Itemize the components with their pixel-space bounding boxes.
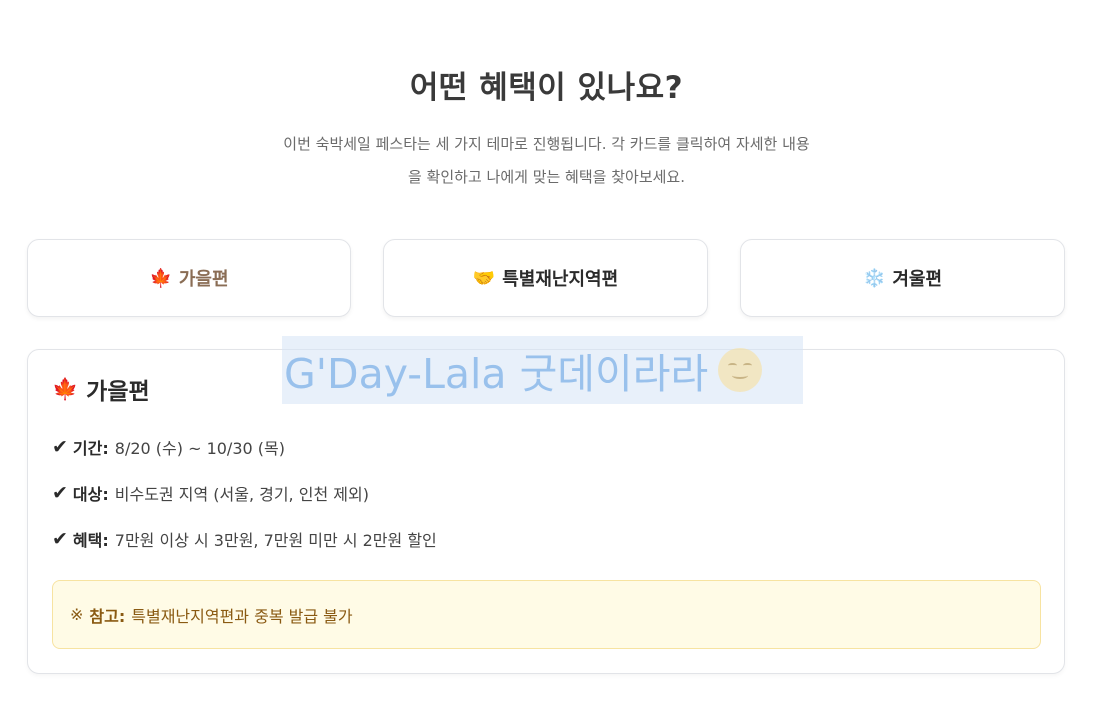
reference-mark-icon: ※ bbox=[70, 605, 84, 624]
note-text: 특별재난지역편과 중복 발급 불가 bbox=[131, 606, 353, 626]
check-icon: ✔ bbox=[52, 528, 68, 550]
intro-line-1: 이번 숙박세일 페스타는 세 가지 테마로 진행됩니다. 각 카드를 클릭하여 … bbox=[283, 135, 810, 153]
maple-leaf-icon: 🍁 bbox=[52, 376, 79, 401]
benefit-label: 혜택: bbox=[72, 531, 109, 550]
section-heading: 어떤 혜택이 있나요? bbox=[409, 70, 684, 106]
detail-row-target: ✔ 대상: 비수도권 지역 (서울, 경기, 인천 제외) bbox=[52, 481, 369, 505]
snowflake-icon: ❄️ bbox=[862, 267, 886, 289]
note-label: 참고: bbox=[89, 606, 126, 626]
watermark-overlay: G'Day-Lala 굿데이라라 bbox=[282, 336, 803, 404]
target-value: 비수도권 지역 (서울, 경기, 인천 제외) bbox=[114, 485, 369, 504]
check-icon: ✔ bbox=[52, 482, 68, 504]
detail-row-benefit: ✔ 혜택: 7만원 이상 시 3만원, 7만원 미만 시 2만원 할인 bbox=[52, 527, 437, 551]
tab-special-disaster-area[interactable]: 🤝 특별재난지역편 bbox=[383, 239, 708, 317]
detail-title: 🍁 가을편 bbox=[52, 372, 150, 406]
check-icon: ✔ bbox=[52, 436, 68, 458]
handshake-icon: 🤝 bbox=[472, 267, 496, 289]
watermark-text: G'Day-Lala 굿데이라라 bbox=[284, 350, 709, 398]
detail-row-period: ✔ 기간: 8/20 (수) ~ 10/30 (목) bbox=[52, 435, 285, 459]
target-label: 대상: bbox=[72, 485, 109, 504]
period-label: 기간: bbox=[72, 439, 109, 458]
tab-autumn[interactable]: 🍁 가을편 bbox=[27, 239, 351, 317]
tab-autumn-label: 가을편 bbox=[178, 269, 229, 290]
intro-line-2: 을 확인하고 나에게 맞는 혜택을 찾아보세요. bbox=[407, 168, 685, 186]
smiling-face-icon bbox=[718, 348, 763, 392]
tab-special-disaster-area-label: 특별재난지역편 bbox=[502, 269, 619, 290]
benefit-value: 7만원 이상 시 3만원, 7만원 미만 시 2만원 할인 bbox=[114, 531, 437, 550]
tab-winter[interactable]: ❄️ 겨울편 bbox=[740, 239, 1065, 317]
maple-leaf-icon: 🍁 bbox=[149, 267, 172, 289]
detail-title-text: 가을편 bbox=[86, 379, 150, 405]
benefits-section: 어떤 혜택이 있나요? 이번 숙박세일 페스타는 세 가지 테마로 진행됩니다.… bbox=[0, 0, 1103, 701]
period-value: 8/20 (수) ~ 10/30 (목) bbox=[114, 439, 285, 458]
section-intro: 이번 숙박세일 페스타는 세 가지 테마로 진행됩니다. 각 카드를 클릭하여 … bbox=[245, 128, 848, 194]
note-box: ※ 참고: 특별재난지역편과 중복 발급 불가 bbox=[52, 580, 1041, 649]
tab-winter-label: 겨울편 bbox=[892, 269, 943, 290]
